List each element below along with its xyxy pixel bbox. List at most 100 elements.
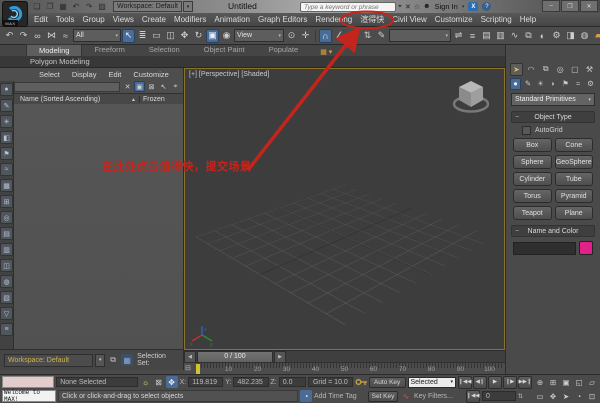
go-to-end-button[interactable]: ▶▶❙ bbox=[517, 375, 532, 389]
save-file-icon[interactable]: ▦ bbox=[58, 2, 68, 11]
x-coordinate-field[interactable]: 119.819 bbox=[188, 377, 224, 387]
material-editor-icon[interactable]: ◐ bbox=[536, 29, 549, 43]
tab-object-paint[interactable]: Object Paint bbox=[192, 44, 257, 56]
curve-editor-icon[interactable]: ∿ bbox=[508, 29, 521, 43]
minimize-button[interactable]: – bbox=[542, 0, 560, 12]
undo-icon[interactable]: ↶ bbox=[71, 2, 81, 11]
explorer-menu-edit[interactable]: Edit bbox=[103, 70, 126, 79]
object-name-input[interactable] bbox=[513, 241, 576, 255]
help-icon[interactable]: ? bbox=[482, 2, 492, 11]
display-materials-icon[interactable]: ▥ bbox=[0, 243, 13, 256]
add-time-tag-label[interactable]: Add Time Tag bbox=[314, 393, 366, 400]
explorer-list-body[interactable] bbox=[14, 104, 183, 349]
menu-tools[interactable]: Tools bbox=[52, 15, 79, 24]
zoom-icon[interactable]: ⊕ bbox=[534, 377, 546, 388]
maxscript-mini-listener[interactable]: Welcome to MAX! bbox=[2, 389, 56, 403]
tab-selection[interactable]: Selection bbox=[137, 44, 192, 56]
menu-graph-editors[interactable]: Graph Editors bbox=[254, 15, 311, 24]
column-frozen-header[interactable]: Frozen bbox=[139, 96, 183, 103]
select-and-move-icon[interactable]: ✥ bbox=[178, 29, 191, 43]
menu-views[interactable]: Views bbox=[109, 15, 138, 24]
auto-key-button[interactable]: Auto Key bbox=[368, 376, 406, 388]
previous-frame-button[interactable]: ◀❙ bbox=[472, 375, 487, 389]
perspective-viewport[interactable]: [+] [Perspective] [Shaded] x y z bbox=[184, 68, 505, 350]
tube-button[interactable]: Tube bbox=[554, 172, 593, 186]
menu-create[interactable]: Create bbox=[138, 15, 170, 24]
display-containers-icon[interactable]: ▤ bbox=[0, 227, 13, 240]
explorer-menu-select[interactable]: Select bbox=[34, 70, 65, 79]
track-bar[interactable]: ⊟ 10 20 30 40 50 60 70 80 90 100 bbox=[184, 362, 505, 374]
layer-manager-icon[interactable]: ▤ bbox=[480, 29, 493, 43]
cylinder-button[interactable]: Cylinder bbox=[513, 172, 552, 186]
explorer-mode-icon[interactable]: ▦ bbox=[121, 354, 134, 366]
render-production-icon[interactable]: ◍ bbox=[578, 29, 591, 43]
exchange-app-icon[interactable]: X bbox=[468, 2, 479, 11]
utilities-tab-icon[interactable]: ⚒ bbox=[583, 63, 596, 76]
favorites-star-icon[interactable]: ☆ bbox=[414, 3, 420, 11]
open-file-icon[interactable]: ❐ bbox=[45, 2, 55, 11]
object-type-rollout[interactable]: − Object Type bbox=[511, 111, 595, 123]
display-tab-icon[interactable]: ▢ bbox=[568, 63, 581, 76]
display-shapes-icon[interactable]: ✎ bbox=[0, 99, 13, 112]
explorer-menu-customize[interactable]: Customize bbox=[128, 70, 173, 79]
box-button[interactable]: Box bbox=[513, 138, 552, 152]
fov-icon[interactable]: ▱ bbox=[586, 377, 598, 388]
reference-coordinate-dropdown[interactable]: View ▾ bbox=[234, 29, 284, 42]
use-pivot-center-icon[interactable]: ⊙ bbox=[285, 29, 298, 43]
mini-curve-editor-icon[interactable]: ⊟ bbox=[185, 364, 191, 372]
menu-help[interactable]: Help bbox=[516, 15, 540, 24]
time-slider-thumb[interactable]: 0 / 100 bbox=[197, 350, 273, 363]
systems-icon[interactable]: ⚙ bbox=[585, 78, 596, 90]
frame-spinner-icon[interactable]: ⇅ bbox=[518, 393, 523, 400]
sign-in-link[interactable]: Sign In bbox=[434, 2, 457, 11]
polygon-modeling-panel[interactable]: Polygon Modeling bbox=[0, 56, 505, 68]
geosphere-button[interactable]: GeoSphere bbox=[554, 155, 593, 169]
isolate-selection-icon[interactable]: ☼ bbox=[140, 376, 152, 388]
spinner-snap-icon[interactable]: ⇅ bbox=[361, 29, 374, 43]
cameras-icon[interactable]: ◗ bbox=[548, 78, 559, 90]
selected-dropdown[interactable]: Selected ▾ bbox=[407, 376, 456, 388]
current-frame-field[interactable]: 0 bbox=[482, 391, 516, 401]
display-spacewarps-icon[interactable]: ≈ bbox=[0, 163, 13, 176]
menu-rendering[interactable]: Rendering bbox=[311, 15, 356, 24]
menu-group[interactable]: Group bbox=[78, 15, 108, 24]
menu-customize[interactable]: Customize bbox=[431, 15, 477, 24]
workspace-caret-icon[interactable]: ▾ bbox=[182, 1, 193, 12]
zoom-extents-all-icon[interactable]: ◱ bbox=[573, 377, 585, 388]
menu-xuandekuai[interactable]: 渲得快 bbox=[356, 14, 388, 25]
tab-modeling[interactable]: Modeling bbox=[26, 44, 83, 56]
menu-animation[interactable]: Animation bbox=[210, 15, 254, 24]
transform-gizmo-icon[interactable]: ✥ bbox=[165, 376, 178, 388]
time-configuration-key-icon[interactable] bbox=[355, 376, 367, 388]
project-folder-icon[interactable]: ▨ bbox=[97, 2, 107, 11]
workspace-selector-caret-icon[interactable]: ▾ bbox=[95, 353, 106, 367]
max-logo-icon[interactable]: MAX bbox=[2, 1, 28, 27]
zoom-region-icon[interactable]: ▭ bbox=[534, 391, 546, 402]
display-geometry-icon[interactable]: ● bbox=[0, 83, 13, 96]
object-color-swatch[interactable] bbox=[579, 241, 593, 255]
display-objects-icon[interactable]: ◫ bbox=[0, 259, 13, 272]
viewport-label[interactable]: [+] [Perspective] [Shaded] bbox=[189, 71, 269, 78]
cone-button[interactable]: Cone bbox=[554, 138, 593, 152]
display-cameras-icon[interactable]: ◧ bbox=[0, 131, 13, 144]
viewcube[interactable] bbox=[448, 73, 494, 119]
shapes-icon[interactable]: ✎ bbox=[523, 78, 534, 90]
helpers-icon[interactable]: ⚑ bbox=[560, 78, 571, 90]
name-and-color-rollout[interactable]: − Name and Color bbox=[511, 225, 595, 237]
modify-tab-icon[interactable]: ◠ bbox=[525, 63, 538, 76]
display-lights-icon[interactable]: ☀ bbox=[0, 115, 13, 128]
search-go-icon[interactable]: ⌖ bbox=[398, 3, 402, 11]
sign-in-caret-icon[interactable]: ▾ bbox=[462, 4, 465, 10]
filter-icon[interactable]: ▽ bbox=[0, 307, 13, 320]
scene-explorer-toggle-icon[interactable]: ▥ bbox=[494, 29, 507, 43]
menu-edit[interactable]: Edit bbox=[30, 15, 52, 24]
display-frozen-icon[interactable]: ◍ bbox=[0, 275, 13, 288]
tab-freeform[interactable]: Freeform bbox=[82, 44, 136, 56]
find-icon[interactable]: ⌖ bbox=[170, 81, 181, 92]
pyramid-button[interactable]: Pyramid bbox=[554, 189, 593, 203]
sphere-button[interactable]: Sphere bbox=[513, 155, 552, 169]
new-file-icon[interactable]: ❏ bbox=[32, 2, 42, 11]
display-helpers-icon[interactable]: ⚑ bbox=[0, 147, 13, 160]
z-coordinate-field[interactable]: 0.0 bbox=[278, 377, 307, 387]
menu-civil-view[interactable]: Civil View bbox=[388, 15, 431, 24]
